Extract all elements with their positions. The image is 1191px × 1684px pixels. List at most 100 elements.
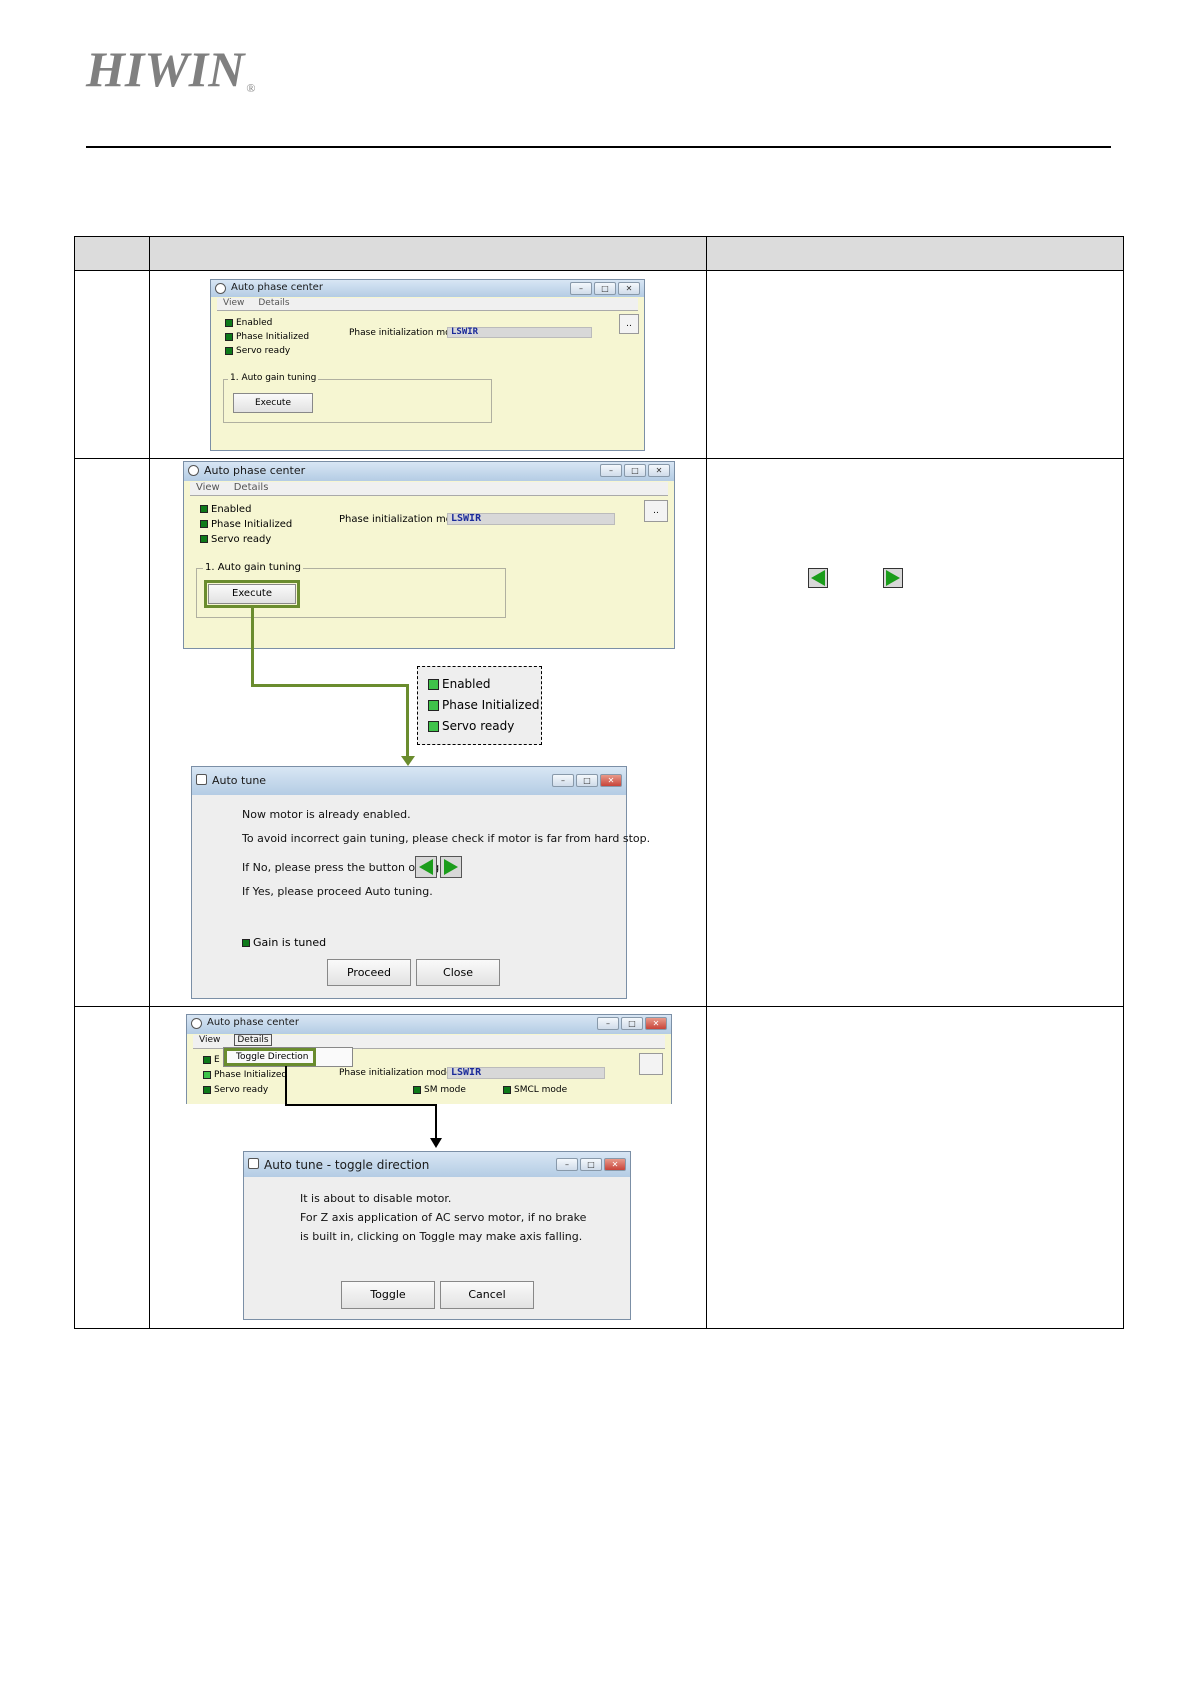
window-title: Auto tune - toggle direction [264, 1158, 430, 1172]
table-border [74, 458, 1124, 459]
close-icon[interactable]: ✕ [600, 774, 622, 787]
dialog-line: Now motor is already enabled. [242, 808, 411, 821]
arrow-right-icon [886, 570, 900, 586]
minimize-icon[interactable]: – [552, 774, 574, 787]
connector-line [285, 1066, 287, 1106]
proceed-button[interactable]: Proceed [327, 959, 411, 986]
callout-servo-ready: Servo ready [428, 719, 514, 733]
execute-button[interactable]: Execute [233, 393, 313, 413]
window-title: Auto phase center [207, 1017, 299, 1028]
minimize-icon[interactable]: – [556, 1158, 578, 1171]
status-enabled: E [203, 1055, 220, 1065]
minimize-icon[interactable]: – [597, 1017, 619, 1030]
led-icon [428, 721, 439, 732]
led-icon [225, 318, 233, 327]
menu-bar: View Details [217, 298, 638, 311]
step2-auto-phase-center-window: Auto phase center – □ ✕ View Details Enab… [183, 461, 675, 649]
status-phase-initialized: Phase Initialized [200, 519, 292, 530]
table-border [74, 1328, 1124, 1329]
window-titlebar: Auto phase center – □ ✕ [187, 1015, 671, 1034]
menu-details[interactable]: Details [234, 482, 269, 493]
menu-details[interactable]: Details [234, 1034, 272, 1046]
led-icon [200, 520, 208, 528]
led-icon [225, 332, 233, 341]
connector-line [251, 684, 409, 687]
maximize-icon[interactable]: □ [576, 774, 598, 787]
close-icon[interactable]: ✕ [648, 464, 670, 477]
dialog-line: For Z axis application of AC servo motor… [300, 1211, 587, 1224]
mode-field: LSWIR [447, 513, 615, 525]
table-border [1123, 236, 1124, 1329]
status-enabled: Enabled [225, 318, 272, 328]
led-icon [413, 1085, 421, 1094]
table-header-row [75, 237, 1123, 270]
maximize-icon[interactable]: □ [594, 282, 616, 295]
arrow-right-icon [444, 859, 458, 875]
sm-mode-status: SM mode [413, 1085, 466, 1095]
table-border [706, 236, 707, 1329]
connector-line [406, 684, 409, 758]
close-icon[interactable]: ✕ [604, 1158, 626, 1171]
jog-right-icon-desc [883, 568, 903, 588]
table-border [74, 270, 1124, 271]
step1-auto-phase-center-window: Auto phase center – □ ✕ View Details Enab… [210, 279, 645, 451]
led-icon [225, 346, 233, 355]
minimize-icon[interactable]: – [570, 282, 592, 295]
header-rule [86, 146, 1111, 148]
mode-field: LSWIR [447, 327, 592, 338]
menu-view[interactable]: View [199, 1035, 220, 1045]
cancel-button[interactable]: Cancel [440, 1281, 534, 1309]
arrow-down-icon [430, 1138, 442, 1148]
arrow-down-icon [401, 756, 415, 766]
menu-bar: View Details [190, 482, 668, 496]
dialog-line: To avoid incorrect gain tuning, please c… [242, 832, 651, 845]
mode-label: Phase initialization mode: [339, 1068, 455, 1078]
browse-button[interactable] [639, 1053, 663, 1075]
maximize-icon[interactable]: □ [621, 1017, 643, 1030]
app-icon [215, 283, 226, 294]
connector-line [251, 606, 254, 687]
menu-view[interactable]: View [196, 482, 220, 493]
jog-right-button[interactable] [440, 856, 462, 878]
led-icon [203, 1070, 211, 1079]
minimize-icon[interactable]: – [600, 464, 622, 477]
step3-auto-phase-center-window: Auto phase center – □ ✕ View Details E Ph… [186, 1014, 672, 1104]
led-icon [200, 505, 208, 513]
status-servo-ready: Servo ready [200, 534, 271, 545]
menu-view[interactable]: View [223, 298, 244, 308]
window-titlebar: Auto phase center – □ ✕ [184, 462, 674, 481]
led-icon [242, 939, 250, 947]
execute-highlight [204, 580, 300, 608]
jog-left-icon-desc [808, 568, 828, 588]
close-button[interactable]: Close [416, 959, 500, 986]
maximize-icon[interactable]: □ [580, 1158, 602, 1171]
window-titlebar: Auto tune - toggle direction – □ ✕ [244, 1152, 630, 1177]
arrow-left-icon [419, 859, 433, 875]
toggle-button[interactable]: Toggle [341, 1281, 435, 1309]
jog-left-button[interactable] [415, 856, 437, 878]
arrow-left-icon [811, 570, 825, 586]
app-icon [248, 1158, 259, 1169]
menu-details[interactable]: Details [258, 298, 289, 308]
dialog-line: If Yes, please proceed Auto tuning. [242, 885, 433, 898]
status-servo-ready: Servo ready [225, 346, 290, 356]
maximize-icon[interactable]: □ [624, 464, 646, 477]
browse-button[interactable]: .. [619, 314, 639, 334]
status-callout: Enabled Phase Initialized Servo ready [417, 666, 542, 745]
browse-button[interactable]: .. [644, 500, 668, 522]
status-phase-initialized: Phase Initialized [203, 1070, 287, 1080]
status-enabled: Enabled [200, 504, 251, 515]
close-icon[interactable]: ✕ [618, 282, 640, 295]
dialog-line: It is about to disable motor. [300, 1192, 452, 1205]
callout-phase-initialized: Phase Initialized [428, 698, 539, 712]
dialog-line: is built in, clicking on Toggle may make… [300, 1230, 583, 1243]
smcl-mode-status: SMCL mode [503, 1085, 567, 1095]
toggle-direction-menu-item[interactable]: Toggle Direction [236, 1052, 308, 1062]
app-icon [196, 774, 207, 785]
mode-field: LSWIR [447, 1067, 605, 1079]
app-icon [188, 465, 199, 476]
window-title: Auto phase center [231, 282, 323, 293]
connector-line [285, 1104, 437, 1106]
led-icon [203, 1055, 211, 1064]
close-icon[interactable]: ✕ [645, 1017, 667, 1030]
